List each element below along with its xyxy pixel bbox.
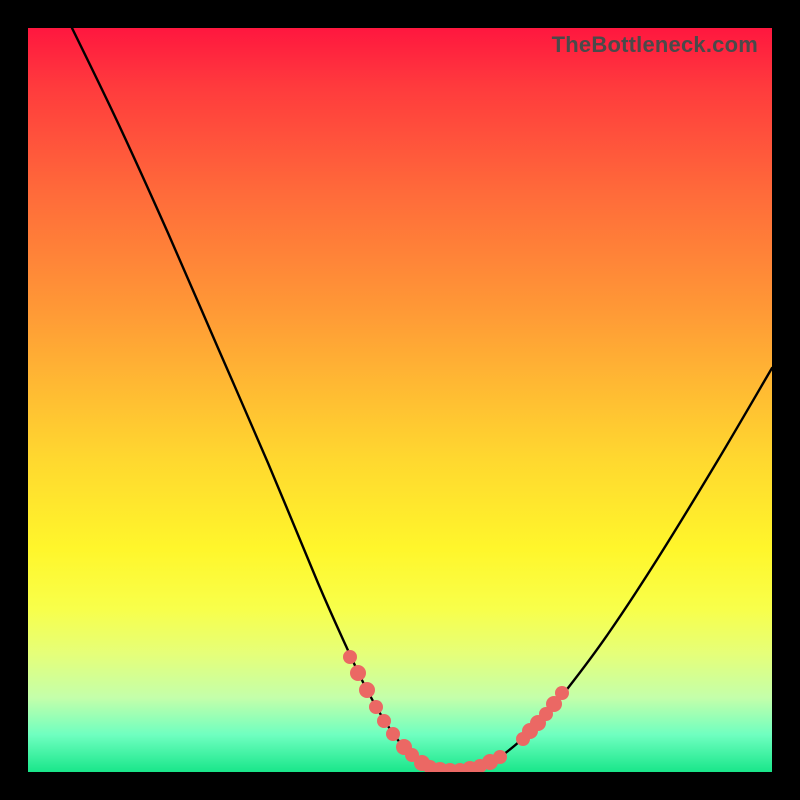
watermark-label: TheBottleneck.com	[552, 32, 758, 58]
valley-marker	[350, 665, 366, 681]
chart-frame: TheBottleneck.com	[28, 28, 772, 772]
valley-marker	[369, 700, 383, 714]
valley-marker	[377, 714, 391, 728]
bottleneck-curve	[72, 28, 772, 771]
valley-markers	[343, 650, 569, 772]
valley-marker	[359, 682, 375, 698]
valley-marker	[386, 727, 400, 741]
valley-marker	[493, 750, 507, 764]
valley-marker	[343, 650, 357, 664]
valley-marker	[555, 686, 569, 700]
chart-svg	[28, 28, 772, 772]
